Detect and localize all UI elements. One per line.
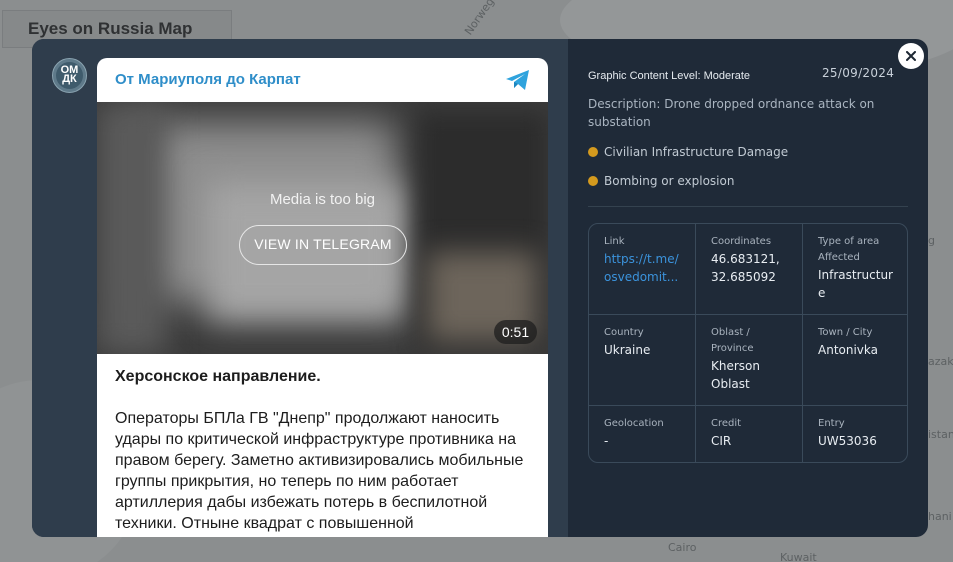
field-credit: Credit CIR (696, 406, 803, 462)
map-label-g: g (928, 234, 935, 247)
telegram-icon[interactable] (504, 67, 532, 93)
graphic-content-level: Graphic Content Level: Moderate (588, 70, 751, 82)
channel-avatar[interactable]: ОМ ДК (52, 58, 87, 93)
field-value: Antonivka (818, 343, 878, 357)
field-label: Type of area Affected (818, 236, 880, 263)
details-grid: Link https://t.me/osvedomit... Coordinat… (588, 223, 908, 463)
map-label-cairo: Cairo (668, 541, 697, 554)
avatar-text: ОМ ДК (60, 64, 79, 85)
map-label-hani: hani (928, 510, 952, 523)
field-value: Infrastructure (818, 268, 893, 300)
field-value: Ukraine (604, 343, 651, 357)
map-label-istan: istan (928, 428, 953, 441)
divider (588, 206, 908, 207)
telegram-post-card: От Мариуполя до Карпат Media is too big … (97, 58, 548, 537)
field-value: CIR (711, 434, 732, 448)
video-duration-badge: 0:51 (494, 320, 537, 344)
close-button[interactable] (898, 43, 924, 69)
post-text: Херсонское направление. Операторы БПЛа Г… (115, 366, 535, 534)
post-body: Операторы БПЛа ГВ "Днепр" продолжают нан… (115, 410, 524, 532)
field-area-type: Type of area Affected Infrastructure (803, 224, 907, 315)
field-label: Geolocation (604, 418, 664, 429)
map-label-norwegian: Norwegian (462, 0, 507, 38)
tag-dot-icon (588, 147, 598, 157)
incident-description: Description: Drone dropped ordnance atta… (588, 97, 875, 129)
incident-date: 25/09/2024 (822, 66, 895, 80)
field-label: Link (604, 236, 625, 247)
field-label: Country (604, 327, 644, 338)
tag-dot-icon (588, 176, 598, 186)
tag-bombing-explosion: Bombing or explosion (588, 174, 734, 188)
post-heading: Херсонское направление. (115, 368, 321, 385)
tag-civilian-infrastructure: Civilian Infrastructure Damage (588, 145, 788, 159)
field-label: Oblast / Province (711, 327, 754, 354)
telegram-embed-pane: ОМ ДК От Мариуполя до Карпат Media is to… (32, 39, 568, 537)
field-value: - (604, 434, 609, 448)
field-town: Town / City Antonivka (803, 315, 907, 406)
field-label: Coordinates (711, 236, 772, 247)
telegram-post-header: От Мариуполя до Карпат (97, 58, 548, 102)
tag-label: Civilian Infrastructure Damage (604, 145, 789, 159)
view-in-telegram-button[interactable]: VIEW IN TELEGRAM (239, 225, 407, 265)
field-label: Entry (818, 418, 845, 429)
field-oblast: Oblast / Province Kherson Oblast (696, 315, 803, 406)
field-country: Country Ukraine (589, 315, 696, 406)
map-title: Eyes on Russia Map (28, 19, 193, 38)
media-too-big-message: Media is too big (269, 191, 376, 208)
field-geolocation: Geolocation - (589, 406, 696, 462)
field-coordinates: Coordinates 46.683121, 32.685092 (696, 224, 803, 315)
field-value: Kherson Oblast (711, 359, 760, 391)
channel-name-link[interactable]: От Мариуполя до Карпат (115, 71, 301, 88)
media-preview: Media is too big VIEW IN TELEGRAM 0:51 (97, 102, 548, 354)
field-label: Credit (711, 418, 742, 429)
source-link[interactable]: https://t.me/osvedomit... (604, 250, 684, 286)
close-icon (906, 51, 916, 61)
field-link: Link https://t.me/osvedomit... (589, 224, 696, 315)
incident-modal: ОМ ДК От Мариуполя до Карпат Media is to… (32, 39, 928, 537)
map-label-kazak: azak (928, 355, 953, 368)
field-value: 46.683121, 32.685092 (711, 252, 780, 284)
field-label: Town / City (818, 327, 873, 338)
map-label-kuwait: Kuwait (780, 551, 817, 562)
field-value: UW53036 (818, 434, 877, 448)
field-entry: Entry UW53036 (803, 406, 907, 462)
tag-label: Bombing or explosion (604, 174, 735, 188)
